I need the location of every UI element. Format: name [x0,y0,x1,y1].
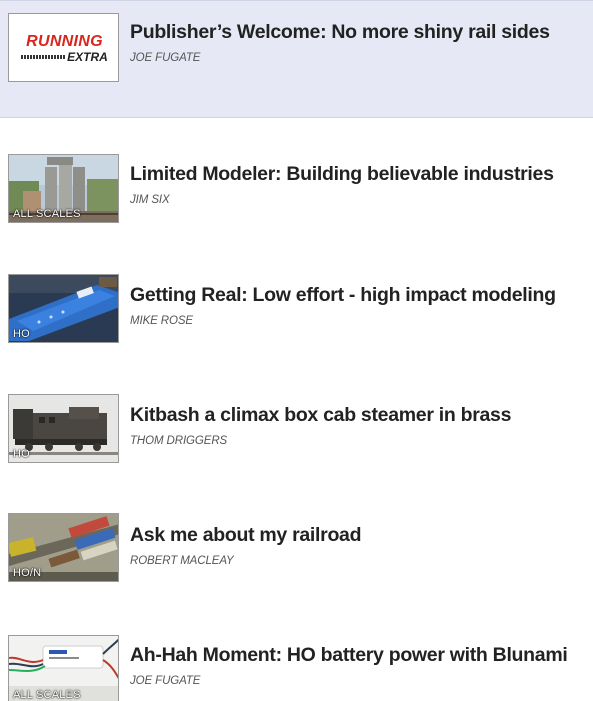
article-row[interactable]: RUNNING EXTRA Publisher’s Welcome: No mo… [0,0,593,118]
scale-badge: ALL SCALES [13,689,81,701]
article-thumbnail: ALL SCALES [8,635,119,701]
article-row[interactable]: ALL SCALES Ah-Hah Moment: HO battery pow… [0,600,593,701]
article-thumbnail: RUNNING EXTRA [8,13,119,82]
logo-running-text: RUNNING [26,33,103,50]
article-title[interactable]: Ask me about my railroad [130,524,362,547]
article-author: JIM SIX [130,194,170,206]
article-title[interactable]: Getting Real: Low effort - high impact m… [130,284,556,307]
scale-badge: ALL SCALES [13,208,81,220]
article-row[interactable]: HO/N Ask me about my railroad ROBERT MAC… [0,480,593,598]
article-author: THOM DRIGGERS [130,435,228,447]
running-extra-logo: RUNNING EXTRA [9,14,118,81]
article-thumbnail: ALL SCALES [8,154,119,223]
article-author: JOE FUGATE [130,675,201,687]
logo-bars-decoration [21,55,66,59]
article-row[interactable]: HO Getting Real: Low effort - high impac… [0,240,593,358]
article-author: JOE FUGATE [130,52,201,64]
article-author: ROBERT MACLEAY [130,555,234,567]
article-row[interactable]: ALL SCALES Limited Modeler: Building bel… [0,120,593,238]
article-title[interactable]: Limited Modeler: Building believable ind… [130,163,554,186]
scale-badge: HO/N [13,567,42,579]
logo-extra-text: EXTRA [67,50,108,64]
article-title[interactable]: Publisher’s Welcome: No more shiny rail … [130,21,550,44]
article-list: RUNNING EXTRA Publisher’s Welcome: No mo… [0,0,593,701]
article-thumbnail: HO [8,274,119,343]
article-title[interactable]: Kitbash a climax box cab steamer in bras… [130,404,511,427]
article-author: MIKE ROSE [130,315,194,327]
scale-badge: HO [13,448,30,460]
scale-badge: HO [13,328,30,340]
article-thumbnail: HO [8,394,119,463]
article-title[interactable]: Ah-Hah Moment: HO battery power with Blu… [130,644,568,667]
article-row[interactable]: HO Kitbash a climax box cab steamer in b… [0,360,593,478]
article-thumbnail: HO/N [8,513,119,582]
